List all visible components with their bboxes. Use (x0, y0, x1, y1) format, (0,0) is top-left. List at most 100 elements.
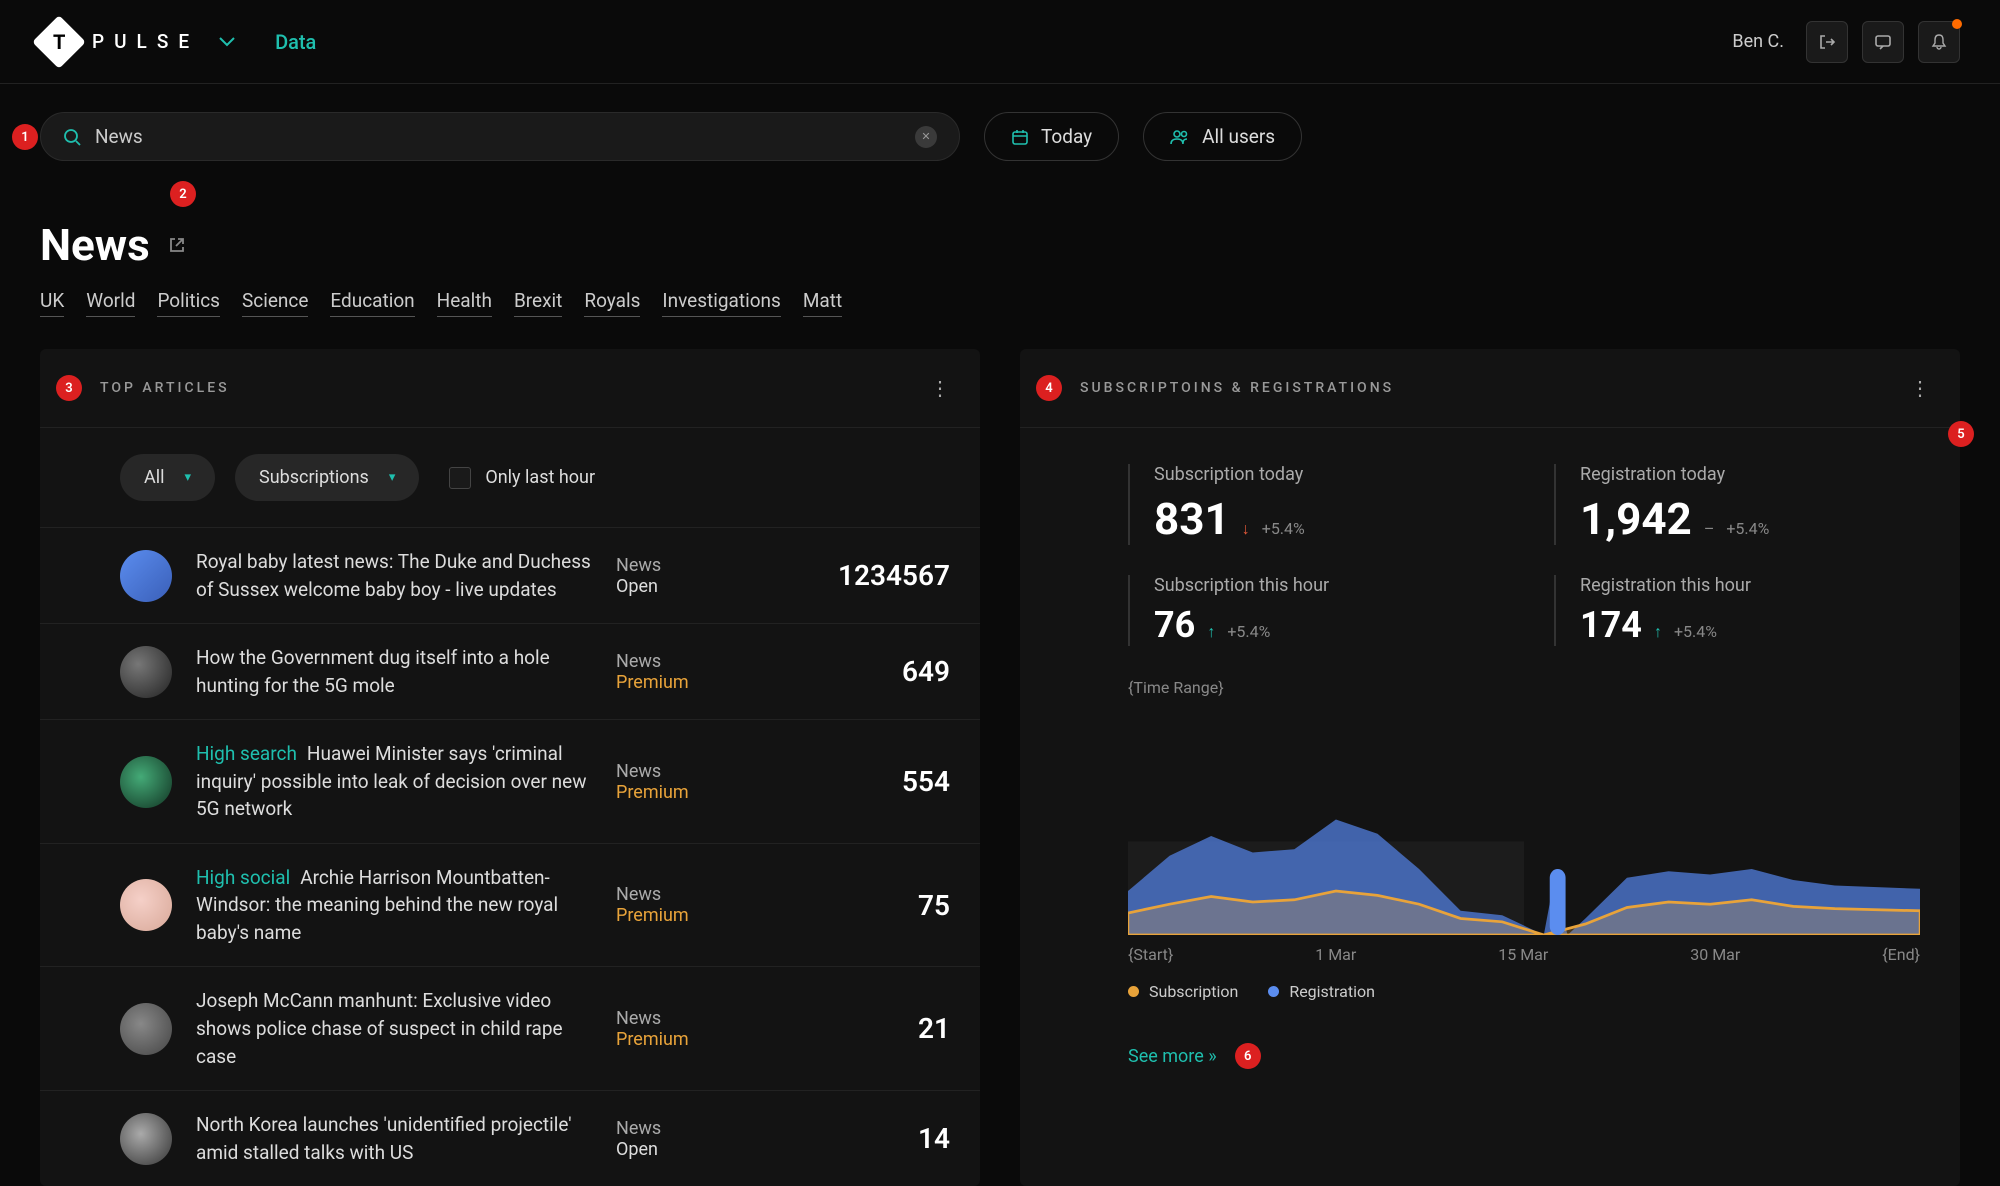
article-tag: High search (196, 742, 297, 765)
chevron-down-icon: ▾ (389, 470, 396, 485)
stats-grid: Subscription today 831 ↓ +5.4% Registrat… (1020, 428, 1960, 666)
filter-row: 1 News ✕ Today All users (0, 84, 2000, 189)
date-filter-pill[interactable]: Today (984, 112, 1119, 161)
see-more-row: See more » 6 (1020, 1021, 1960, 1097)
article-count: 649 (790, 655, 950, 688)
article-thumb (120, 879, 172, 931)
search-bar[interactable]: News ✕ (40, 112, 960, 161)
kebab-menu-icon[interactable]: ⋮ (1910, 376, 1930, 400)
article-row[interactable]: High socialArchie Harrison Mountbatten-W… (40, 843, 980, 967)
external-link-icon[interactable] (168, 236, 186, 254)
xaxis-tick: 30 Mar (1690, 945, 1740, 964)
card-header: 3 TOP ARTICLES ⋮ (40, 349, 980, 428)
bell-icon[interactable] (1918, 21, 1960, 63)
article-meta: NewsOpen (616, 555, 766, 597)
checkbox-icon[interactable] (449, 467, 471, 489)
top-articles-card: 3 TOP ARTICLES ⋮ All ▾ Subscriptions ▾ O… (40, 349, 980, 1186)
exit-icon[interactable] (1806, 21, 1848, 63)
card-title: TOP ARTICLES (100, 380, 230, 396)
article-title: Royal baby latest news: The Duke and Duc… (196, 548, 592, 603)
article-row[interactable]: Royal baby latest news: The Duke and Duc… (40, 527, 980, 623)
article-row[interactable]: How the Government dug itself into a hol… (40, 623, 980, 719)
stat-value: 1,942 (1580, 493, 1692, 545)
page-title-row: News 2 (0, 189, 2000, 279)
article-count: 554 (790, 765, 950, 798)
article-row[interactable]: High searchHuawei Minister says 'crimina… (40, 719, 980, 843)
logo-text: PULSE (92, 30, 199, 53)
article-count: 21 (790, 1012, 950, 1045)
chevron-down-icon: ▾ (185, 470, 192, 485)
article-title: High searchHuawei Minister says 'crimina… (196, 740, 592, 823)
stat-label: Registration today (1580, 464, 1920, 485)
subnav-item[interactable]: Health (437, 289, 492, 317)
article-row[interactable]: North Korea launches 'unidentified proje… (40, 1090, 980, 1186)
legend-item-sub: Subscription (1128, 982, 1238, 1001)
logo[interactable]: T PULSE (40, 23, 235, 61)
only-last-hour-checkbox[interactable]: Only last hour (449, 467, 595, 489)
article-meta: NewsPremium (616, 1008, 766, 1050)
chat-icon[interactable] (1862, 21, 1904, 63)
page-title: News (40, 219, 150, 271)
date-filter-label: Today (1041, 125, 1092, 148)
trend-up-icon: ↑ (1207, 622, 1215, 642)
logo-mark-icon: T (32, 15, 86, 69)
subnav-item[interactable]: Brexit (514, 289, 562, 317)
subnav-item[interactable]: Investigations (662, 289, 780, 317)
stat-reg-hour: Registration this hour 174 ↑ +5.4% (1554, 575, 1920, 646)
article-row[interactable]: Joseph McCann manhunt: Exclusive video s… (40, 966, 980, 1090)
trend-pct: +5.4% (1227, 622, 1270, 641)
subnav-item[interactable]: World (86, 289, 135, 317)
stat-sub-hour: Subscription this hour 76 ↑ +5.4% (1128, 575, 1494, 646)
nav-data-link[interactable]: Data (275, 30, 316, 54)
stat-value: 831 (1154, 493, 1230, 545)
chart-section: {Time Range} {Start} 1 Mar 15 Mar 30 Mar… (1020, 666, 1960, 1021)
stat-sub-today: Subscription today 831 ↓ +5.4% (1128, 464, 1494, 545)
header-left: T PULSE Data (40, 23, 316, 61)
article-tag: High social (196, 866, 290, 889)
chevron-down-icon[interactable] (219, 37, 235, 47)
search-input[interactable]: News (95, 125, 901, 148)
subnav-item[interactable]: Politics (157, 289, 220, 317)
article-thumb (120, 1113, 172, 1165)
chart-legend: Subscription Registration (1128, 964, 1920, 1001)
card-header: 4 SUBSCRIPTOINS & REGISTRATIONS ⋮ (1020, 349, 1960, 428)
stat-reg-today: Registration today 1,942 – +5.4% (1554, 464, 1920, 545)
article-title: Joseph McCann manhunt: Exclusive video s… (196, 987, 592, 1070)
xaxis-tick: {Start} (1128, 945, 1173, 964)
article-count: 1234567 (790, 559, 950, 592)
legend-dot-icon (1268, 986, 1279, 997)
subnav-item[interactable]: Matt (803, 289, 842, 317)
article-count: 14 (790, 1122, 950, 1155)
content-grid: 3 TOP ARTICLES ⋮ All ▾ Subscriptions ▾ O… (0, 349, 2000, 1186)
chip-label: All (144, 467, 165, 488)
article-meta: NewsPremium (616, 884, 766, 926)
article-title: How the Government dug itself into a hol… (196, 644, 592, 699)
kebab-menu-icon[interactable]: ⋮ (930, 376, 950, 400)
users-filter-pill[interactable]: All users (1143, 112, 1302, 161)
header-right: Ben C. (1732, 21, 1960, 63)
article-thumb (120, 550, 172, 602)
article-title: High socialArchie Harrison Mountbatten-W… (196, 864, 592, 947)
article-filters: All ▾ Subscriptions ▾ Only last hour (40, 428, 980, 527)
stat-value: 174 (1580, 604, 1642, 646)
trend-down-icon: ↓ (1242, 519, 1250, 539)
filter-subs-chip[interactable]: Subscriptions ▾ (235, 454, 419, 501)
article-title: North Korea launches 'unidentified proje… (196, 1111, 592, 1166)
article-meta: NewsPremium (616, 761, 766, 803)
article-meta: NewsPremium (616, 651, 766, 693)
subnav-item[interactable]: UK (40, 289, 64, 317)
subnav-item[interactable]: Science (242, 289, 308, 317)
clear-icon[interactable]: ✕ (915, 126, 937, 148)
see-more-link[interactable]: See more » (1128, 1046, 1217, 1067)
users-filter-label: All users (1202, 125, 1275, 148)
stat-label: Registration this hour (1580, 575, 1920, 596)
subnav-item[interactable]: Royals (584, 289, 640, 317)
user-name[interactable]: Ben C. (1732, 31, 1784, 52)
chip-label: Subscriptions (259, 467, 369, 488)
subnav-item[interactable]: Education (330, 289, 414, 317)
filter-all-chip[interactable]: All ▾ (120, 454, 215, 501)
article-thumb (120, 646, 172, 698)
app-header: T PULSE Data Ben C. (0, 0, 2000, 84)
legend-item-reg: Registration (1268, 982, 1375, 1001)
users-icon (1170, 129, 1190, 145)
